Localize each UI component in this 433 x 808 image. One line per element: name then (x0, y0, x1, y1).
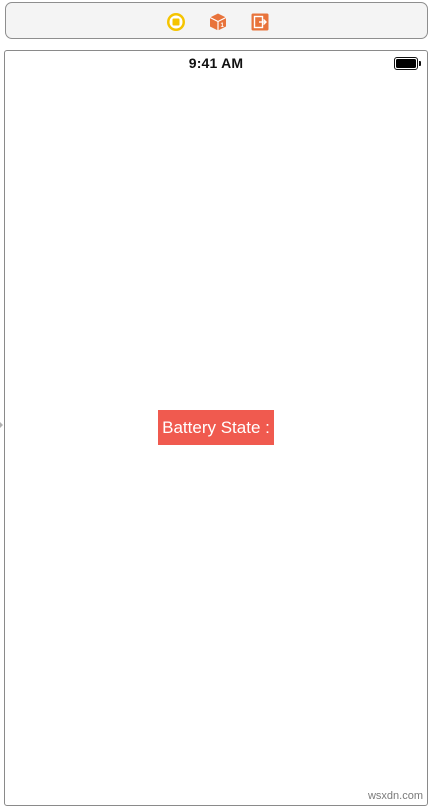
device-frame: 9:41 AM Battery State : (4, 50, 428, 806)
first-responder-icon[interactable]: 1 (208, 12, 228, 32)
exit-icon[interactable] (250, 12, 270, 32)
view-controller-icon[interactable] (166, 12, 186, 32)
watermark: wsxdn.com (367, 790, 423, 802)
battery-state-label: Battery State : (158, 410, 274, 445)
battery-fill (396, 59, 416, 68)
entry-point-marker (0, 422, 3, 428)
battery-icon (394, 57, 421, 70)
scene-dock: 1 (5, 2, 428, 39)
status-time: 9:41 AM (188, 55, 244, 71)
